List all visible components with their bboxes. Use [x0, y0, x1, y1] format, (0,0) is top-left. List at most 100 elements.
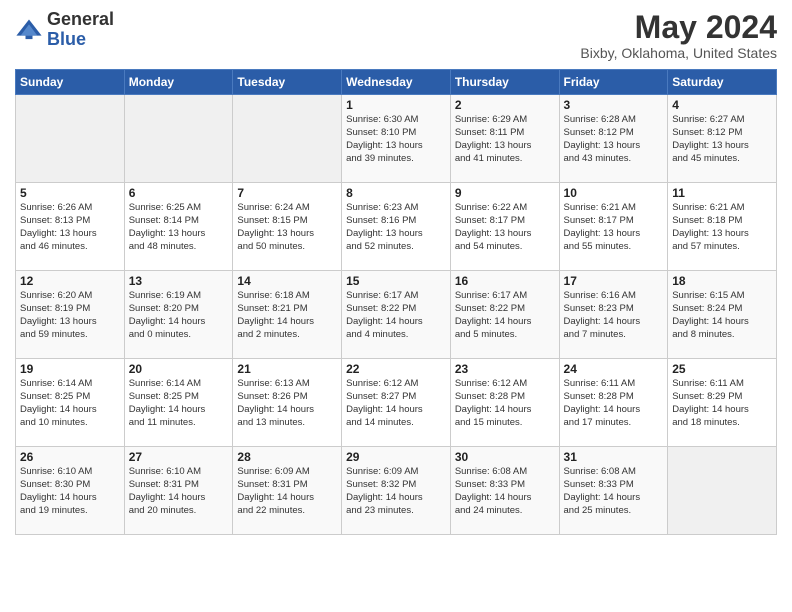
day-info: Sunrise: 6:11 AMSunset: 8:28 PMDaylight:… — [564, 378, 664, 429]
calendar-cell: 31 Sunrise: 6:08 AMSunset: 8:33 PMDayligh… — [559, 447, 668, 535]
calendar-header-tuesday: Tuesday — [233, 70, 342, 95]
day-number: 7 — [237, 186, 337, 200]
logo: General Blue — [15, 10, 114, 50]
calendar-cell: 20 Sunrise: 6:14 AMSunset: 8:25 PMDayligh… — [124, 359, 233, 447]
calendar-cell: 5 Sunrise: 6:26 AMSunset: 8:13 PMDaylight… — [16, 183, 125, 271]
day-number: 24 — [564, 362, 664, 376]
calendar-header-sunday: Sunday — [16, 70, 125, 95]
day-info: Sunrise: 6:14 AMSunset: 8:25 PMDaylight:… — [20, 378, 120, 429]
calendar-cell — [16, 95, 125, 183]
calendar-cell: 27 Sunrise: 6:10 AMSunset: 8:31 PMDayligh… — [124, 447, 233, 535]
day-info: Sunrise: 6:21 AMSunset: 8:18 PMDaylight:… — [672, 202, 772, 253]
day-number: 15 — [346, 274, 446, 288]
page: General Blue May 2024 Bixby, Oklahoma, U… — [0, 0, 792, 612]
calendar-cell — [124, 95, 233, 183]
logo-blue-text: Blue — [47, 30, 114, 50]
day-number: 2 — [455, 98, 555, 112]
logo-general-text: General — [47, 10, 114, 30]
calendar-cell: 3 Sunrise: 6:28 AMSunset: 8:12 PMDaylight… — [559, 95, 668, 183]
calendar-cell: 13Sunrise: 6:19 AMSunset: 8:20 PMDayligh… — [124, 271, 233, 359]
day-number: 5 — [20, 186, 120, 200]
calendar-week-2: 5 Sunrise: 6:26 AMSunset: 8:13 PMDaylight… — [16, 183, 777, 271]
day-info: Sunrise: 6:17 AMSunset: 8:22 PMDaylight:… — [455, 290, 555, 341]
calendar-cell: 12 Sunrise: 6:20 AMSunset: 8:19 PMDayligh… — [16, 271, 125, 359]
day-info: Sunrise: 6:14 AMSunset: 8:25 PMDaylight:… — [129, 378, 229, 429]
day-info: Sunrise: 6:09 AMSunset: 8:31 PMDaylight:… — [237, 466, 337, 517]
day-info: Sunrise: 6:10 AMSunset: 8:31 PMDaylight:… — [129, 466, 229, 517]
calendar-cell: 30Sunrise: 6:08 AMSunset: 8:33 PMDayligh… — [450, 447, 559, 535]
main-title: May 2024 — [580, 10, 777, 45]
calendar-cell: 1Sunrise: 6:30 AMSunset: 8:10 PMDaylight… — [342, 95, 451, 183]
calendar-cell: 28 Sunrise: 6:09 AMSunset: 8:31 PMDayligh… — [233, 447, 342, 535]
day-number: 23 — [455, 362, 555, 376]
day-info: Sunrise: 6:08 AMSunset: 8:33 PMDaylight:… — [564, 466, 664, 517]
calendar-cell: 14 Sunrise: 6:18 AMSunset: 8:21 PMDayligh… — [233, 271, 342, 359]
day-number: 3 — [564, 98, 664, 112]
day-info: Sunrise: 6:22 AMSunset: 8:17 PMDaylight:… — [455, 202, 555, 253]
day-number: 26 — [20, 450, 120, 464]
day-number: 20 — [129, 362, 229, 376]
calendar-cell: 9 Sunrise: 6:22 AMSunset: 8:17 PMDaylight… — [450, 183, 559, 271]
day-number: 21 — [237, 362, 337, 376]
calendar-cell — [233, 95, 342, 183]
day-info: Sunrise: 6:26 AMSunset: 8:13 PMDaylight:… — [20, 202, 120, 253]
day-number: 9 — [455, 186, 555, 200]
day-info: Sunrise: 6:24 AMSunset: 8:15 PMDaylight:… — [237, 202, 337, 253]
calendar-cell: 22Sunrise: 6:12 AMSunset: 8:27 PMDayligh… — [342, 359, 451, 447]
day-info: Sunrise: 6:08 AMSunset: 8:33 PMDaylight:… — [455, 466, 555, 517]
calendar-cell: 6Sunrise: 6:25 AMSunset: 8:14 PMDaylight… — [124, 183, 233, 271]
calendar-cell: 15 Sunrise: 6:17 AMSunset: 8:22 PMDayligh… — [342, 271, 451, 359]
day-info: Sunrise: 6:09 AMSunset: 8:32 PMDaylight:… — [346, 466, 446, 517]
calendar-cell: 19 Sunrise: 6:14 AMSunset: 8:25 PMDayligh… — [16, 359, 125, 447]
day-number: 31 — [564, 450, 664, 464]
calendar-cell: 10Sunrise: 6:21 AMSunset: 8:17 PMDayligh… — [559, 183, 668, 271]
day-info: Sunrise: 6:29 AMSunset: 8:11 PMDaylight:… — [455, 114, 555, 165]
day-number: 28 — [237, 450, 337, 464]
day-number: 29 — [346, 450, 446, 464]
day-info: Sunrise: 6:13 AMSunset: 8:26 PMDaylight:… — [237, 378, 337, 429]
calendar-week-1: 1Sunrise: 6:30 AMSunset: 8:10 PMDaylight… — [16, 95, 777, 183]
day-number: 22 — [346, 362, 446, 376]
calendar-cell: 7 Sunrise: 6:24 AMSunset: 8:15 PMDaylight… — [233, 183, 342, 271]
calendar-cell: 4 Sunrise: 6:27 AMSunset: 8:12 PMDaylight… — [668, 95, 777, 183]
calendar-header-wednesday: Wednesday — [342, 70, 451, 95]
calendar-header-friday: Friday — [559, 70, 668, 95]
day-info: Sunrise: 6:25 AMSunset: 8:14 PMDaylight:… — [129, 202, 229, 253]
calendar-cell: 2 Sunrise: 6:29 AMSunset: 8:11 PMDaylight… — [450, 95, 559, 183]
calendar-header-monday: Monday — [124, 70, 233, 95]
day-info: Sunrise: 6:10 AMSunset: 8:30 PMDaylight:… — [20, 466, 120, 517]
calendar-cell: 25Sunrise: 6:11 AMSunset: 8:29 PMDayligh… — [668, 359, 777, 447]
calendar-cell: 29 Sunrise: 6:09 AMSunset: 8:32 PMDayligh… — [342, 447, 451, 535]
calendar-table: SundayMondayTuesdayWednesdayThursdayFrid… — [15, 69, 777, 535]
logo-text: General Blue — [47, 10, 114, 50]
calendar-week-4: 19 Sunrise: 6:14 AMSunset: 8:25 PMDayligh… — [16, 359, 777, 447]
calendar-week-3: 12 Sunrise: 6:20 AMSunset: 8:19 PMDayligh… — [16, 271, 777, 359]
logo-icon — [15, 16, 43, 44]
day-number: 12 — [20, 274, 120, 288]
day-number: 18 — [672, 274, 772, 288]
day-info: Sunrise: 6:12 AMSunset: 8:28 PMDaylight:… — [455, 378, 555, 429]
calendar-cell: 24 Sunrise: 6:11 AMSunset: 8:28 PMDayligh… — [559, 359, 668, 447]
day-number: 4 — [672, 98, 772, 112]
day-number: 10 — [564, 186, 664, 200]
header: General Blue May 2024 Bixby, Oklahoma, U… — [15, 10, 777, 61]
day-number: 14 — [237, 274, 337, 288]
day-number: 19 — [20, 362, 120, 376]
day-number: 27 — [129, 450, 229, 464]
day-info: Sunrise: 6:15 AMSunset: 8:24 PMDaylight:… — [672, 290, 772, 341]
day-info: Sunrise: 6:27 AMSunset: 8:12 PMDaylight:… — [672, 114, 772, 165]
day-info: Sunrise: 6:28 AMSunset: 8:12 PMDaylight:… — [564, 114, 664, 165]
day-info: Sunrise: 6:19 AMSunset: 8:20 PMDaylight:… — [129, 290, 229, 341]
calendar-cell: 21 Sunrise: 6:13 AMSunset: 8:26 PMDayligh… — [233, 359, 342, 447]
calendar-cell: 11Sunrise: 6:21 AMSunset: 8:18 PMDayligh… — [668, 183, 777, 271]
day-info: Sunrise: 6:20 AMSunset: 8:19 PMDaylight:… — [20, 290, 120, 341]
calendar-header-row: SundayMondayTuesdayWednesdayThursdayFrid… — [16, 70, 777, 95]
calendar-cell: 18 Sunrise: 6:15 AMSunset: 8:24 PMDayligh… — [668, 271, 777, 359]
day-info: Sunrise: 6:18 AMSunset: 8:21 PMDaylight:… — [237, 290, 337, 341]
calendar-cell: 26 Sunrise: 6:10 AMSunset: 8:30 PMDayligh… — [16, 447, 125, 535]
calendar-cell — [668, 447, 777, 535]
day-info: Sunrise: 6:17 AMSunset: 8:22 PMDaylight:… — [346, 290, 446, 341]
calendar-cell: 17Sunrise: 6:16 AMSunset: 8:23 PMDayligh… — [559, 271, 668, 359]
calendar-header-saturday: Saturday — [668, 70, 777, 95]
day-number: 17 — [564, 274, 664, 288]
